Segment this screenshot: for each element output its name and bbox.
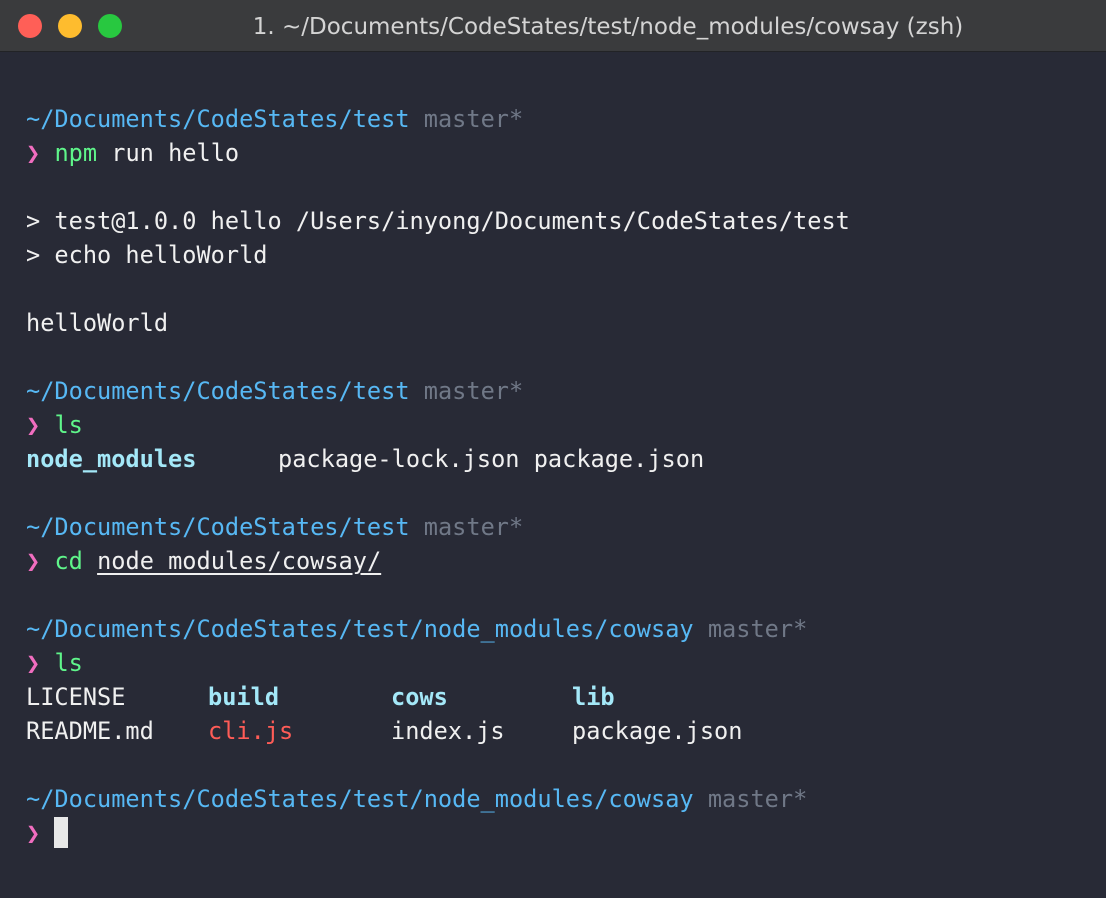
prompt-arrow-icon: ❯ <box>26 547 41 575</box>
prompt-arrow-icon: ❯ <box>26 411 41 439</box>
prompt-path: ~/Documents/CodeStates/test/node_modules… <box>26 785 694 813</box>
close-icon[interactable] <box>18 14 42 38</box>
ls-entry-directory: lib <box>572 683 615 711</box>
ls-entry-file: LICENSE <box>26 683 126 711</box>
zoom-icon[interactable] <box>98 14 122 38</box>
ls-output-row: node_modules package-lock.json package.js… <box>26 442 850 476</box>
command-args: run hello <box>97 139 240 167</box>
active-command-line[interactable]: ❯ <box>26 816 850 850</box>
title-bar[interactable]: 1. ~/Documents/CodeStates/test/node_modu… <box>0 0 1106 52</box>
command-path-arg: node_modules/cowsay/ <box>97 547 382 575</box>
ls-output-row: LICENSE build cows lib <box>26 680 850 714</box>
ls-entry-directory: node_modules <box>26 445 197 473</box>
terminal-window: 1. ~/Documents/CodeStates/test/node_modu… <box>0 0 1106 898</box>
ls-entry-file: package-lock.json <box>278 445 520 473</box>
ls-entry-file: index.js <box>391 717 505 745</box>
ls-entry-file: package.json <box>572 717 743 745</box>
ls-entry-executable: cli.js <box>208 717 294 745</box>
text-cursor <box>54 817 69 848</box>
output-line: > test@1.0.0 hello /Users/inyong/Documen… <box>26 207 850 235</box>
git-branch: master* <box>423 105 524 133</box>
git-branch: master* <box>707 615 808 643</box>
minimize-icon[interactable] <box>58 14 82 38</box>
prompt-arrow-icon: ❯ <box>26 139 41 167</box>
prompt-header: ~/Documents/CodeStates/test/node_modules… <box>26 612 850 646</box>
prompt-path: ~/Documents/CodeStates/test/node_modules… <box>26 615 694 643</box>
git-branch: master* <box>707 785 808 813</box>
prompt-path: ~/Documents/CodeStates/test <box>26 105 410 133</box>
git-branch: master* <box>423 513 524 541</box>
command-name: npm <box>54 139 98 167</box>
prompt-arrow-icon: ❯ <box>26 649 41 677</box>
prompt-path: ~/Documents/CodeStates/test <box>26 513 410 541</box>
window-title: 1. ~/Documents/CodeStates/test/node_modu… <box>252 14 964 40</box>
command-name: ls <box>54 649 83 677</box>
prompt-path: ~/Documents/CodeStates/test <box>26 377 410 405</box>
command-line: ❯ cd node_modules/cowsay/ <box>26 544 850 578</box>
terminal-output[interactable]: ~/Documents/CodeStates/test master* ❯ np… <box>26 102 850 850</box>
ls-entry-directory: cows <box>391 683 448 711</box>
output-line: helloWorld <box>26 309 169 337</box>
ls-output-row: README.md cli.js index.js package.json <box>26 714 850 748</box>
output-line: > echo helloWorld <box>26 241 268 269</box>
prompt-arrow-icon: ❯ <box>26 819 41 847</box>
command-name: cd <box>54 547 83 575</box>
prompt-header: ~/Documents/CodeStates/test master* <box>26 510 850 544</box>
ls-entry-directory: build <box>208 683 280 711</box>
prompt-header: ~/Documents/CodeStates/test/node_modules… <box>26 782 850 816</box>
ls-entry-file: package.json <box>533 445 705 473</box>
command-name: ls <box>54 411 83 439</box>
ls-entry-file: README.md <box>26 717 154 745</box>
command-line: ❯ ls <box>26 646 850 680</box>
git-branch: master* <box>423 377 524 405</box>
prompt-header: ~/Documents/CodeStates/test master* <box>26 374 850 408</box>
command-line: ❯ ls <box>26 408 850 442</box>
prompt-header: ~/Documents/CodeStates/test master* <box>26 102 850 136</box>
command-line: ❯ npm run hello <box>26 136 850 170</box>
